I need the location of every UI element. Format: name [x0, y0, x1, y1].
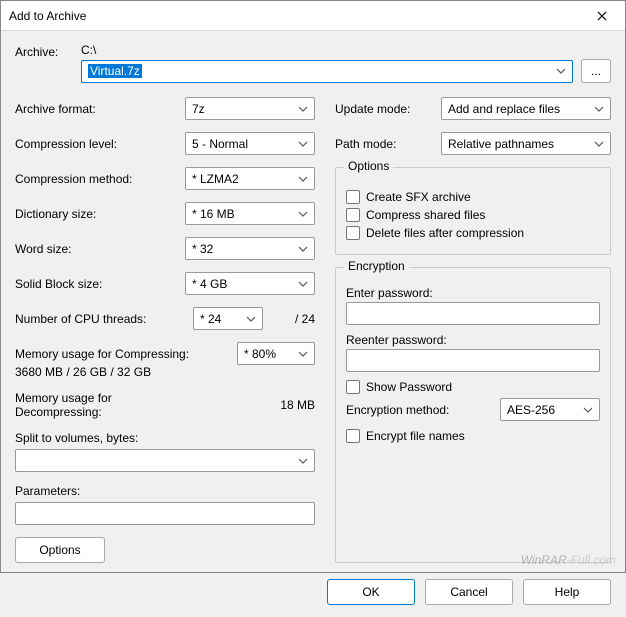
help-button[interactable]: Help	[523, 579, 611, 605]
checkbox-icon	[346, 190, 360, 204]
chevron-down-icon	[298, 246, 308, 252]
checkbox-icon	[346, 208, 360, 222]
checkbox-icon	[346, 380, 360, 394]
shared-checkbox[interactable]: Compress shared files	[346, 208, 600, 222]
encryption-group: Encryption Enter password: Reenter passw…	[335, 267, 611, 563]
chevron-down-icon	[298, 351, 308, 357]
method-combo[interactable]: * LZMA2	[185, 167, 315, 190]
archive-path: C:\	[81, 43, 611, 57]
threads-label: Number of CPU threads:	[15, 312, 185, 326]
browse-button[interactable]: ...	[581, 59, 611, 83]
threads-total: / 24	[295, 312, 315, 326]
reenter-password-label: Reenter password:	[346, 333, 600, 347]
format-combo[interactable]: 7z	[185, 97, 315, 120]
close-icon	[597, 11, 607, 21]
archive-row: Archive: C:\ Virtual.7z ...	[15, 43, 611, 83]
chevron-down-icon	[298, 106, 308, 112]
sfx-checkbox[interactable]: Create SFX archive	[346, 190, 600, 204]
enc-method-combo[interactable]: AES-256	[500, 398, 600, 421]
update-combo[interactable]: Add and replace files	[441, 97, 611, 120]
show-password-checkbox[interactable]: Show Password	[346, 380, 600, 394]
checkbox-icon	[346, 429, 360, 443]
options-button[interactable]: Options	[15, 537, 105, 563]
solid-combo[interactable]: * 4 GB	[185, 272, 315, 295]
chevron-down-icon	[298, 176, 308, 182]
chevron-down-icon	[594, 106, 604, 112]
split-combo[interactable]	[15, 449, 315, 472]
password-input[interactable]	[346, 302, 600, 325]
update-label: Update mode:	[335, 102, 431, 116]
memd-value: 18 MB	[185, 398, 315, 412]
memd-label: Memory usage for Decompressing:	[15, 391, 185, 419]
format-label: Archive format:	[15, 102, 185, 116]
cancel-button[interactable]: Cancel	[425, 579, 513, 605]
memc-combo[interactable]: * 80%	[237, 342, 315, 365]
pathmode-label: Path mode:	[335, 137, 431, 151]
chevron-down-icon	[298, 458, 308, 464]
delete-checkbox[interactable]: Delete files after compression	[346, 226, 600, 240]
chevron-down-icon	[583, 407, 593, 413]
options-group: Options Create SFX archive Compress shar…	[335, 167, 611, 255]
close-button[interactable]	[579, 1, 625, 31]
pathmode-combo[interactable]: Relative pathnames	[441, 132, 611, 155]
footer: OK Cancel Help	[1, 571, 625, 617]
dict-combo[interactable]: * 16 MB	[185, 202, 315, 225]
enter-password-label: Enter password:	[346, 286, 600, 300]
ok-button[interactable]: OK	[327, 579, 415, 605]
params-input[interactable]	[15, 502, 315, 525]
level-label: Compression level:	[15, 137, 185, 151]
archive-name-selected: Virtual.7z	[88, 64, 142, 78]
word-label: Word size:	[15, 242, 185, 256]
window-title: Add to Archive	[9, 9, 579, 23]
chevron-down-icon	[594, 141, 604, 147]
chevron-down-icon	[298, 281, 308, 287]
params-label: Parameters:	[15, 484, 315, 498]
chevron-down-icon	[298, 141, 308, 147]
titlebar: Add to Archive	[1, 1, 625, 31]
checkbox-icon	[346, 226, 360, 240]
dialog-body: Archive: C:\ Virtual.7z ... Archive form…	[1, 31, 625, 571]
threads-combo[interactable]: * 24	[193, 307, 263, 330]
password-reenter-input[interactable]	[346, 349, 600, 372]
chevron-down-icon	[298, 211, 308, 217]
split-label: Split to volumes, bytes:	[15, 431, 315, 445]
archive-label: Archive:	[15, 43, 65, 59]
chevron-down-icon	[556, 68, 566, 74]
add-to-archive-dialog: Add to Archive Archive: C:\ Virtual.7z .…	[0, 0, 626, 573]
solid-label: Solid Block size:	[15, 277, 185, 291]
right-column: Update mode: Add and replace files Path …	[335, 97, 611, 563]
enc-method-label: Encryption method:	[346, 403, 492, 417]
level-combo[interactable]: 5 - Normal	[185, 132, 315, 155]
archive-name-combo[interactable]: Virtual.7z	[81, 60, 573, 83]
memc-value: 3680 MB / 26 GB / 32 GB	[15, 365, 315, 379]
left-column: Archive format: 7z Compression level: 5 …	[15, 97, 315, 563]
encryption-legend: Encryption	[344, 259, 409, 273]
encrypt-names-checkbox[interactable]: Encrypt file names	[346, 429, 600, 443]
word-combo[interactable]: * 32	[185, 237, 315, 260]
method-label: Compression method:	[15, 172, 185, 186]
memc-label: Memory usage for Compressing:	[15, 347, 237, 361]
options-legend: Options	[344, 159, 393, 173]
chevron-down-icon	[246, 316, 256, 322]
dict-label: Dictionary size:	[15, 207, 185, 221]
